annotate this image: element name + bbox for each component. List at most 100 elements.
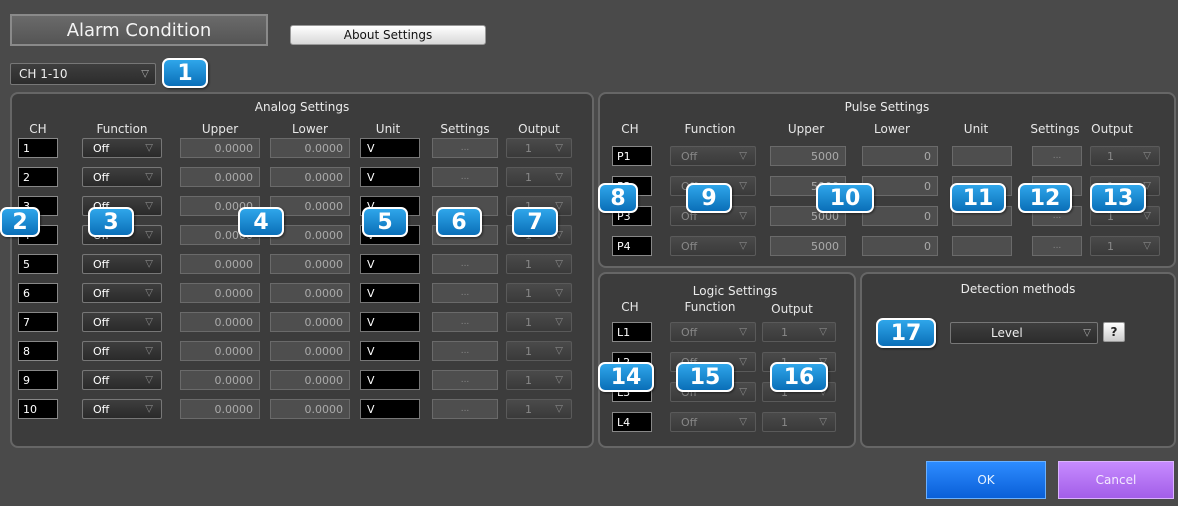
detection-methods-panel: Detection methods	[860, 272, 1176, 448]
analog-lower-field[interactable]: 0.0000	[270, 341, 350, 361]
analog-settings-button[interactable]: ...	[432, 167, 498, 187]
analog-output-select[interactable]: 1▽	[506, 138, 572, 158]
ok-button[interactable]: OK	[926, 461, 1046, 499]
analog-upper-field[interactable]: 0.0000	[180, 254, 260, 274]
analog-function-select[interactable]: Off ▽	[82, 167, 162, 187]
analog-settings-button[interactable]: ...	[432, 254, 498, 274]
analog-lower-field[interactable]: 0.0000	[270, 283, 350, 303]
analog-output-select[interactable]: 1▽	[506, 312, 572, 332]
analog-upper-field[interactable]: 0.0000	[180, 312, 260, 332]
logic-function-select[interactable]: Off ▽	[670, 412, 756, 432]
analog-unit-field[interactable]: V	[360, 370, 420, 390]
analog-output-select-label: 1	[525, 257, 532, 271]
detection-method-select[interactable]: Level ▽	[950, 322, 1098, 344]
chevron-down-icon: ▽	[739, 356, 747, 368]
pulse-output-select-label: 1	[1107, 239, 1114, 253]
analog-unit-field[interactable]: V	[360, 167, 420, 187]
pulse-settings-button[interactable]: ...	[1032, 236, 1082, 256]
chevron-down-icon: ▽	[555, 374, 563, 386]
analog-upper-field[interactable]: 0.0000	[180, 283, 260, 303]
analog-settings-button[interactable]: ...	[432, 399, 498, 419]
analog-upper-field[interactable]: 0.0000	[180, 138, 260, 158]
analog-upper-field[interactable]: 0.0000	[180, 399, 260, 419]
analog-lower-field[interactable]: 0.0000	[270, 138, 350, 158]
pulse-unit-field[interactable]	[952, 146, 1012, 166]
pulse-header-ch: CH	[621, 122, 639, 136]
pulse-unit-field[interactable]	[952, 236, 1012, 256]
pulse-upper-field[interactable]: 5000	[770, 146, 846, 166]
analog-lower-field[interactable]: 0.0000	[270, 254, 350, 274]
callout-badge-1: 1	[162, 58, 208, 88]
cancel-button[interactable]: Cancel	[1058, 461, 1174, 499]
analog-ch-cell: 2	[18, 167, 58, 187]
pulse-header-lower: Lower	[874, 122, 910, 136]
analog-lower-field[interactable]: 0.0000	[270, 399, 350, 419]
chevron-down-icon: ▽	[555, 345, 563, 357]
pulse-lower-field[interactable]: 0	[862, 206, 938, 226]
analog-settings-button[interactable]: ...	[432, 283, 498, 303]
analog-function-select[interactable]: Off ▽	[82, 370, 162, 390]
analog-output-select-label: 1	[525, 373, 532, 387]
analog-output-select[interactable]: 1▽	[506, 167, 572, 187]
pulse-settings-button[interactable]: ...	[1032, 146, 1082, 166]
channel-range-select[interactable]: CH 1-10 ▽	[10, 63, 156, 85]
analog-lower-field[interactable]: 0.0000	[270, 167, 350, 187]
analog-output-select[interactable]: 1▽	[506, 399, 572, 419]
analog-output-select[interactable]: 1▽	[506, 283, 572, 303]
pulse-output-select[interactable]: 1▽	[1090, 236, 1160, 256]
logic-output-select-label: 1	[781, 325, 788, 339]
analog-lower-field[interactable]: 0.0000	[270, 370, 350, 390]
about-settings-button[interactable]: About Settings	[290, 25, 486, 45]
pulse-lower-field[interactable]: 0	[862, 146, 938, 166]
analog-unit-field[interactable]: V	[360, 341, 420, 361]
analog-unit-field[interactable]: V	[360, 254, 420, 274]
chevron-down-icon: ▽	[1143, 210, 1151, 222]
analog-function-select[interactable]: Off ▽	[82, 283, 162, 303]
analog-upper-field[interactable]: 0.0000	[180, 167, 260, 187]
analog-unit-field[interactable]: V	[360, 283, 420, 303]
analog-settings-button[interactable]: ...	[432, 341, 498, 361]
analog-output-select[interactable]: 1▽	[506, 370, 572, 390]
analog-settings-button[interactable]: ...	[432, 138, 498, 158]
analog-output-select-label: 1	[525, 315, 532, 329]
logic-output-select[interactable]: 1▽	[762, 412, 836, 432]
chevron-down-icon: ▽	[739, 386, 747, 398]
analog-lower-field[interactable]: 0.0000	[270, 312, 350, 332]
chevron-down-icon: ▽	[739, 180, 747, 192]
analog-function-select[interactable]: Off ▽	[82, 138, 162, 158]
pulse-function-select[interactable]: Off ▽	[670, 146, 756, 166]
analog-function-select-label: Off	[93, 286, 110, 300]
pulse-output-select[interactable]: 1▽	[1090, 146, 1160, 166]
analog-settings-button[interactable]: ...	[432, 370, 498, 390]
analog-unit-field[interactable]: V	[360, 138, 420, 158]
analog-unit-field[interactable]: V	[360, 399, 420, 419]
pulse-upper-field[interactable]: 5000	[770, 236, 846, 256]
analog-output-select[interactable]: 1▽	[506, 341, 572, 361]
chevron-down-icon: ▽	[739, 240, 747, 252]
analog-function-select-label: Off	[93, 141, 110, 155]
logic-output-select[interactable]: 1▽	[762, 322, 836, 342]
pulse-ch-cell: P4	[612, 236, 652, 256]
analog-output-select-label: 1	[525, 344, 532, 358]
analog-unit-field[interactable]: V	[360, 312, 420, 332]
analog-output-select[interactable]: 1▽	[506, 254, 572, 274]
analog-settings-button[interactable]: ...	[432, 312, 498, 332]
analog-upper-field[interactable]: 0.0000	[180, 341, 260, 361]
logic-function-select[interactable]: Off ▽	[670, 322, 756, 342]
analog-function-select[interactable]: Off ▽	[82, 341, 162, 361]
chevron-down-icon: ▽	[145, 200, 153, 212]
chevron-down-icon: ▽	[739, 210, 747, 222]
analog-function-select[interactable]: Off ▽	[82, 399, 162, 419]
analog-upper-field[interactable]: 0.0000	[180, 370, 260, 390]
chevron-down-icon: ▽	[555, 287, 563, 299]
pulse-lower-field[interactable]: 0	[862, 236, 938, 256]
chevron-down-icon: ▽	[145, 374, 153, 386]
analog-function-select[interactable]: Off ▽	[82, 312, 162, 332]
analog-header-unit: Unit	[375, 122, 401, 136]
analog-output-select-label: 1	[525, 170, 532, 184]
help-button[interactable]: ?	[1103, 322, 1125, 342]
pulse-function-select[interactable]: Off ▽	[670, 236, 756, 256]
analog-output-select-label: 1	[525, 402, 532, 416]
analog-function-select[interactable]: Off ▽	[82, 254, 162, 274]
analog-ch-cell: 10	[18, 399, 58, 419]
